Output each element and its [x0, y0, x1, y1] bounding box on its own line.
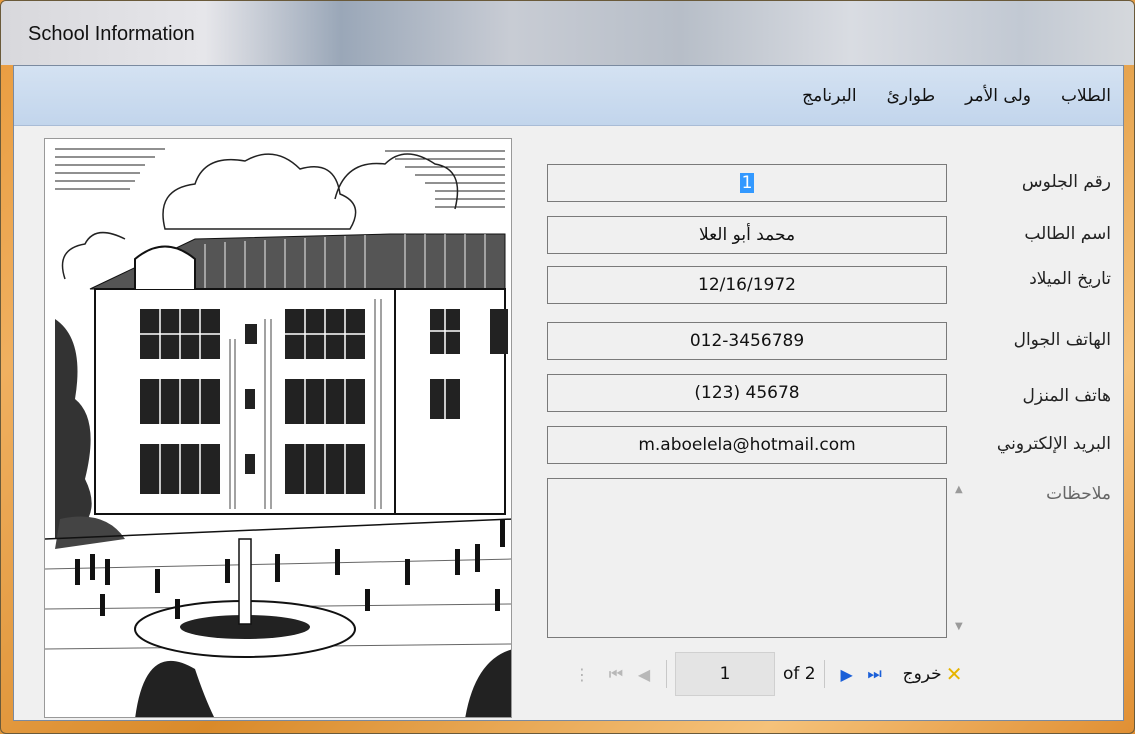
menu-bar: الطلاب ولى الأمر طوارئ البرنامج [14, 66, 1123, 126]
birth-date-field[interactable]: 12/16/1972 [547, 266, 947, 304]
scroll-down-icon[interactable]: ▼ [955, 621, 963, 632]
first-record-icon[interactable]: ⏮ [602, 664, 630, 684]
exit-icon: ✕ [945, 662, 963, 686]
seat-number-value: 1 [739, 173, 755, 193]
exit-label: خروج [902, 664, 942, 684]
notes-field[interactable] [547, 478, 947, 638]
student-name-label: اسم الطالب [1024, 224, 1111, 244]
record-navigator: ⋮ ⏮ ◀ 1 of 2 ▶ ⏭ ✕ خروج [574, 652, 1054, 696]
email-label: البريد الإلكتروني [996, 434, 1111, 454]
window-title: School Information [28, 23, 195, 45]
record-count: of 2 [783, 664, 816, 684]
nav-separator [823, 660, 825, 688]
school-sketch-svg [45, 139, 511, 717]
home-phone-field[interactable]: (123) 45678 [547, 374, 947, 412]
toolbar-grip[interactable]: ⋮ [574, 665, 590, 684]
menu-item-program[interactable]: البرنامج [802, 86, 856, 106]
last-record-icon[interactable]: ⏭ [861, 664, 889, 684]
notes-scrollbar[interactable]: ▲ ▼ [951, 478, 971, 638]
notes-label: ملاحظات [1046, 484, 1111, 504]
previous-record-icon[interactable]: ◀ [630, 665, 658, 684]
email-field[interactable]: m.aboelela@hotmail.com [547, 426, 947, 464]
seat-number-field[interactable]: 1 [547, 164, 947, 202]
menu-item-emergency[interactable]: طوارئ [887, 86, 936, 106]
record-position-input[interactable]: 1 [675, 652, 775, 696]
student-name-field[interactable]: محمد أبو العلا [547, 216, 947, 254]
client-area: الطلاب ولى الأمر طوارئ البرنامج رقم الجل… [13, 65, 1124, 721]
mobile-phone-field[interactable]: 012-3456789 [547, 322, 947, 360]
next-record-icon[interactable]: ▶ [833, 665, 861, 684]
birth-date-label: تاريخ الميلاد [1029, 269, 1111, 289]
menu-item-students[interactable]: الطلاب [1061, 86, 1111, 106]
scroll-up-icon[interactable]: ▲ [955, 484, 963, 495]
app-window: School Information الطلاب ولى الأمر طوار… [0, 0, 1135, 734]
exit-button[interactable]: ✕ خروج [903, 662, 963, 686]
menu-item-guardian[interactable]: ولى الأمر [965, 86, 1031, 106]
home-phone-label: هاتف المنزل [1022, 386, 1111, 406]
title-bar[interactable]: School Information [1, 1, 1134, 65]
school-building-image [44, 138, 512, 718]
mobile-phone-label: الهاتف الجوال [1013, 330, 1111, 350]
nav-separator [666, 660, 667, 688]
seat-number-label: رقم الجلوس [1021, 172, 1111, 192]
